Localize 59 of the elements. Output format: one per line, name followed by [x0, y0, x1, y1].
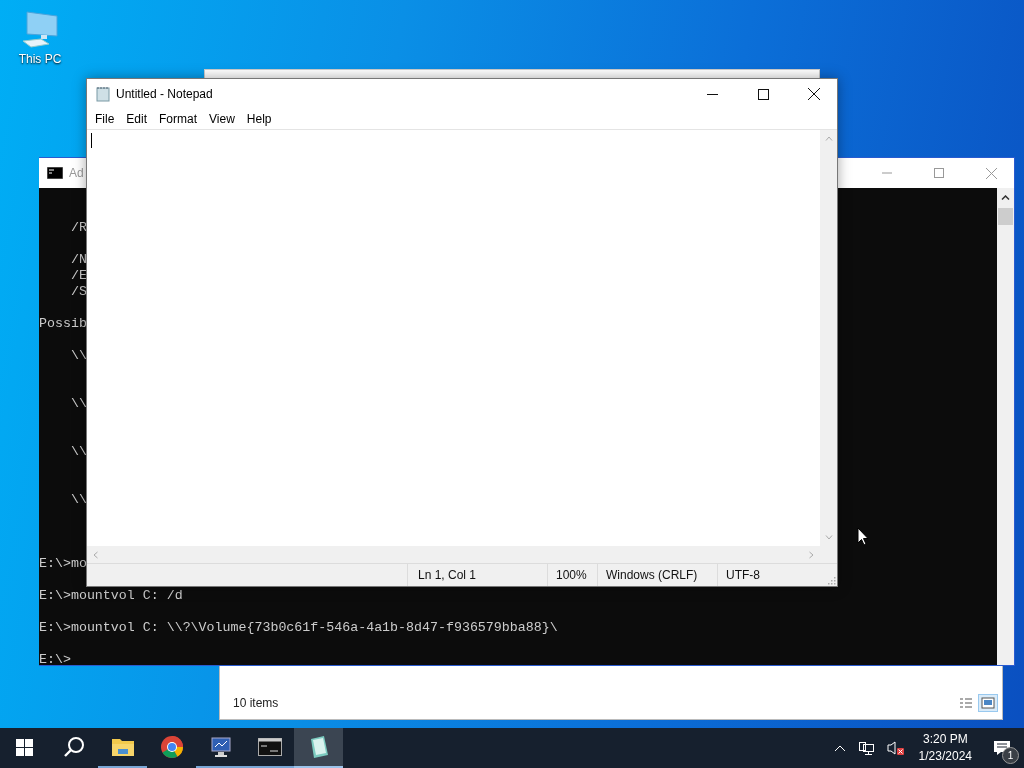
scrollbar-thumb[interactable]	[998, 208, 1013, 225]
folder-icon	[110, 737, 135, 757]
search-icon	[62, 736, 85, 758]
notepad-icon	[95, 86, 111, 102]
maximize-icon	[757, 88, 769, 100]
console-line: \\	[69, 444, 87, 460]
console-line: E:\>mo	[39, 556, 87, 572]
menu-item[interactable]: Format	[153, 109, 204, 129]
monitor-icon	[208, 735, 233, 759]
scroll-left-icon	[93, 550, 98, 559]
scroll-up-icon	[1001, 195, 1010, 200]
console-line: E:\>	[39, 652, 71, 665]
console-line: /R	[69, 220, 87, 236]
console-line: Possib	[39, 316, 87, 332]
clock-date[interactable]: 1/23/2024	[918, 748, 972, 765]
console-line: E:\>mountvol C: \\?\Volume{73b0c61f-546a-4a1b-8d47-f936579bba88}\	[39, 620, 558, 636]
clock-time[interactable]: 3:20 PM	[922, 731, 968, 748]
scroll-up-icon	[824, 136, 833, 141]
scroll-down-icon	[824, 535, 833, 540]
console-line: E:\>mountvol C: /d	[39, 588, 183, 604]
vertical-scrollbar[interactable]	[820, 130, 837, 546]
console-line: \\	[69, 396, 87, 412]
chevron-up-icon[interactable]	[833, 744, 846, 752]
console-icon	[47, 167, 63, 179]
scroll-right-icon	[809, 550, 814, 559]
menu-item[interactable]: Edit	[120, 109, 154, 129]
menu-item[interactable]: Help	[240, 109, 278, 129]
status-text: 100%	[548, 564, 598, 586]
mouse-pointer-icon	[857, 527, 869, 546]
windows-logo-icon	[16, 738, 33, 756]
window-title: Untitled - Notepad	[116, 87, 213, 101]
network-icon[interactable]	[857, 740, 875, 756]
console-line: \\	[69, 348, 87, 364]
vertical-scrollbar[interactable]	[997, 188, 1014, 665]
console-line: \\	[69, 492, 87, 508]
notification-count: 1	[1002, 747, 1019, 764]
status-text: UTF-8	[725, 567, 761, 584]
close-icon	[985, 167, 997, 179]
status-text: Windows (CRLF)	[598, 564, 718, 586]
status-text: Ln 1, Col 1	[408, 564, 548, 586]
maximize-icon	[934, 168, 944, 178]
menu-item[interactable]: File	[89, 109, 121, 129]
window-title: Ad	[69, 166, 84, 180]
notifications-button[interactable]: 1	[980, 728, 1024, 768]
horizontal-scrollbar[interactable]	[87, 546, 820, 563]
browser-icon	[159, 735, 184, 759]
close-icon	[808, 88, 820, 100]
console-icon	[257, 738, 282, 756]
details-view-icon	[959, 697, 973, 709]
notepad-taskbar-button[interactable]	[294, 728, 343, 768]
speaker-muted-icon[interactable]	[886, 740, 905, 756]
item-count: 10 items	[233, 696, 279, 710]
resize-grip-icon[interactable]	[826, 575, 836, 585]
console-line: /N	[69, 252, 87, 268]
console-line: /E	[69, 268, 87, 284]
menu-item[interactable]: View	[203, 109, 241, 129]
thumbnail-view-icon	[981, 697, 995, 709]
thumbnail-view-button[interactable]	[978, 694, 998, 712]
console-line: /S	[69, 284, 87, 300]
